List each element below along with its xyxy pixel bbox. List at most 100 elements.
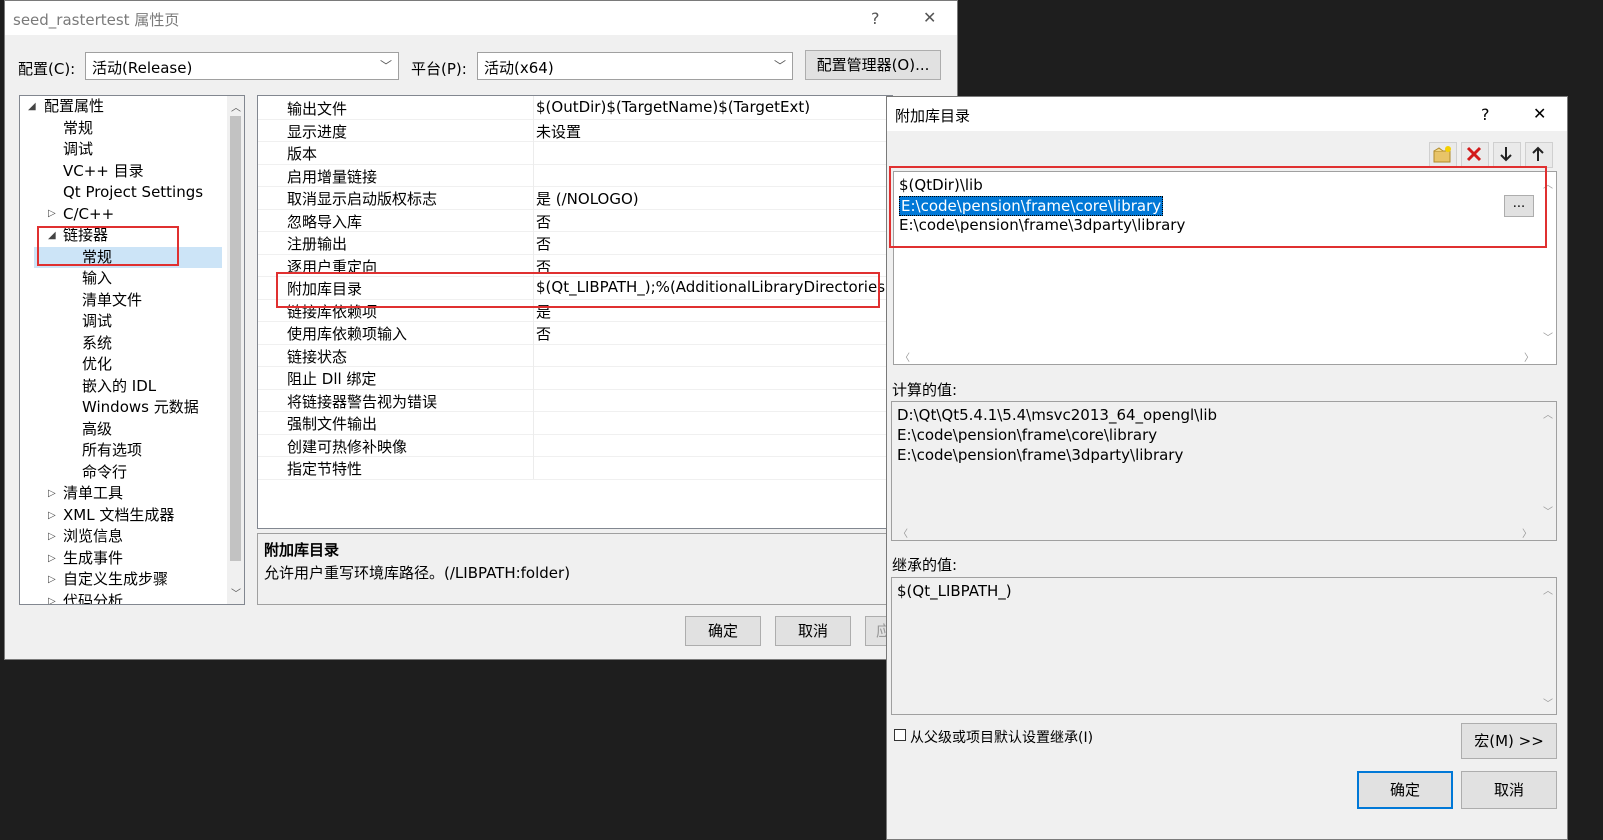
property-row[interactable]: 强制文件输出 [258,411,892,435]
scroll-left-icon[interactable]: 〈 [898,525,908,540]
tree-item[interactable]: C/C++ [63,204,114,225]
property-row[interactable]: 指定节特性 [258,456,892,480]
help-button[interactable]: ? [1481,105,1490,124]
scroll-up-icon[interactable]: ︿ [1543,582,1553,597]
platform-label: 平台(P): [411,60,467,78]
property-row[interactable]: 创建可热修补映像 [258,433,892,457]
dialog-title-bar: 附加库目录 ? ✕ [887,97,1567,131]
ok-button[interactable]: 确定 [685,616,761,646]
annotation-box [37,226,179,266]
scroll-down-icon[interactable]: ﹀ [1543,695,1553,710]
delete-icon[interactable] [1461,142,1489,168]
tree-item[interactable]: 高级 [82,419,112,440]
property-row[interactable]: 版本 [258,141,892,165]
collapse-icon[interactable]: ▷ [48,596,56,605]
property-row[interactable]: 链接状态 [258,343,892,367]
expand-icon[interactable]: ◢ [28,101,36,112]
title-bar: seed_rastertest 属性页 ? ✕ [5,1,957,35]
cancel-button[interactable]: 取消 [775,616,851,646]
inherited-values-box: $(Qt_LIBPATH_) ︿ ﹀ [891,577,1557,715]
property-row[interactable]: 输出文件 $(OutDir)$(TargetName)$(TargetExt) [258,96,892,120]
new-folder-icon[interactable] [1429,142,1457,168]
property-key: 使用库依赖项输入 [287,325,408,343]
dialog-ok-button[interactable]: 确定 [1357,771,1453,809]
collapse-icon[interactable]: ▷ [48,208,56,219]
collapse-icon[interactable]: ▷ [48,553,56,564]
tree-item[interactable]: 清单工具 [63,483,123,504]
collapse-icon[interactable]: ▷ [48,488,56,499]
tree-item[interactable]: 清单文件 [82,290,142,311]
move-up-icon[interactable] [1525,142,1553,168]
tree-item[interactable]: 代码分析 [63,591,123,605]
scroll-right-icon[interactable]: 〉 [1524,349,1534,364]
category-tree: ◢ 配置属性 常规 调试 VC++ 目录 Qt Project Settings… [19,95,245,605]
scroll-down-icon[interactable]: ﹀ [1543,329,1553,344]
collapse-icon[interactable]: ▷ [48,531,56,542]
annotation-box [276,272,880,308]
tree-item[interactable]: 命令行 [82,462,127,483]
property-value: 否 [536,235,552,253]
tree-item[interactable]: 优化 [82,354,112,375]
tree-scrollbar[interactable]: ︿ ﹀ [227,96,244,604]
scroll-thumb[interactable] [230,116,241,561]
move-down-icon[interactable] [1493,142,1521,168]
tree-item[interactable]: 自定义生成步骤 [63,569,168,590]
collapse-icon[interactable]: ▷ [48,574,56,585]
scroll-down-icon[interactable]: ﹀ [1543,503,1553,518]
tree-item[interactable]: Windows 元数据 [82,397,199,418]
close-button[interactable]: ✕ [923,8,936,27]
property-row[interactable]: 显示进度 未设置 [258,118,892,142]
property-key: 启用增量链接 [287,167,378,186]
config-combo[interactable]: 活动(Release) ﹀ [85,52,399,80]
scroll-down-icon[interactable]: ﹀ [231,585,241,600]
tree-item[interactable]: 所有选项 [82,440,142,461]
property-key: 注册输出 [287,235,348,253]
scroll-up-icon[interactable]: ︿ [231,99,241,114]
scroll-up-icon[interactable]: ︿ [1543,406,1553,421]
list-hscrollbar[interactable]: 〈 〉 [894,347,1540,364]
tree-item[interactable]: 嵌入的 IDL [82,376,156,397]
computed-item: E:\code\pension\frame\core\library [897,426,1158,444]
scroll-right-icon[interactable]: 〉 [1522,525,1532,540]
property-row[interactable]: 使用库依赖项输入 否 [258,321,892,345]
property-row[interactable]: 启用增量链接 [258,163,892,187]
inherit-checkbox-label[interactable]: 从父级或项目默认设置继承(I) [910,727,1093,747]
inherited-vscrollbar[interactable]: ︿ ﹀ [1539,578,1556,714]
dialog-cancel-button[interactable]: 取消 [1461,771,1557,809]
config-value: 活动(Release) [92,59,193,77]
computed-vscrollbar[interactable]: ︿ ﹀ [1539,402,1556,540]
tree-item[interactable]: 浏览信息 [63,526,123,547]
tree-item[interactable]: 调试 [82,311,112,332]
property-row[interactable]: 阻止 Dll 绑定 [258,366,892,390]
tree-item[interactable]: 生成事件 [63,548,123,569]
tree-item[interactable]: Qt Project Settings [63,182,203,203]
tree-item[interactable]: VC++ 目录 [63,161,144,182]
property-key: 链接状态 [287,347,348,366]
inherit-checkbox[interactable] [894,729,906,741]
property-row[interactable]: 取消显示启动版权标志 是 (/NOLOGO) [258,186,892,210]
property-key: 输出文件 [287,100,348,118]
property-row[interactable]: 忽略导入库 否 [258,208,892,232]
property-key: 显示进度 [287,122,348,141]
property-value: 未设置 [536,122,582,141]
tree-item[interactable]: 常规 [63,118,93,139]
tree-item[interactable]: 系统 [82,333,112,354]
tree-item-config-props[interactable]: 配置属性 [44,96,104,117]
close-button[interactable]: ✕ [1533,104,1546,123]
property-row[interactable]: 将链接器警告视为错误 [258,388,892,412]
tree-item[interactable]: 输入 [82,268,112,289]
dialog-title: 附加库目录 [895,107,971,125]
property-value: 否 [536,212,552,231]
tree-item[interactable]: 调试 [63,139,93,160]
collapse-icon[interactable]: ▷ [48,510,56,521]
computed-item: D:\Qt\Qt5.4.1\5.4\msvc2013_64_opengl\lib [897,406,1218,424]
config-manager-button[interactable]: 配置管理器(O)... [805,50,941,80]
help-button[interactable]: ? [871,9,880,28]
tree-item[interactable]: XML 文档生成器 [63,505,174,526]
platform-combo[interactable]: 活动(x64) ﹀ [477,52,793,80]
scroll-left-icon[interactable]: 〈 [900,349,910,364]
computed-hscrollbar[interactable]: 〈 〉 [892,523,1538,540]
macro-button[interactable]: 宏(M) >> [1461,723,1557,759]
property-row[interactable]: 注册输出 否 [258,231,892,255]
window-title: seed_rastertest 属性页 [13,11,180,29]
